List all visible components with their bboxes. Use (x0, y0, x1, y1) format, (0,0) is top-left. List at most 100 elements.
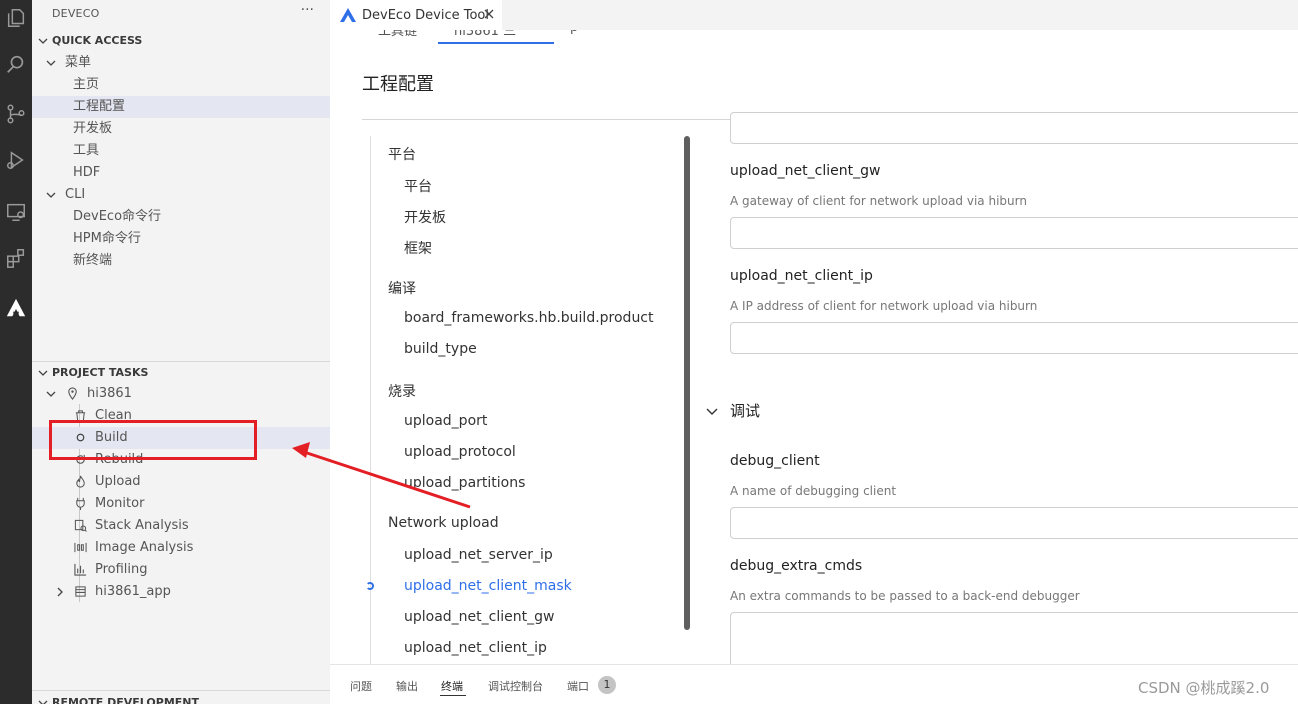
panel-tab-bar: 问题 输出 终端 调试控制台 端口 1 CSDN @桃成蹊2.0 (330, 664, 1298, 704)
nav-item-client-mask[interactable]: upload_net_client_mask (404, 578, 572, 594)
tab-label: DevEco Device Tool (362, 7, 489, 23)
nav-item-upload-port[interactable]: upload_port (404, 413, 487, 429)
chevron-down-icon (46, 60, 56, 66)
field-desc-client-ip: A IP address of client for network uploa… (730, 299, 1038, 313)
nav-item-upload-partitions[interactable]: upload_partitions (404, 475, 525, 491)
more-actions-icon[interactable]: ··· (301, 2, 314, 18)
menu-item-label: 工具 (73, 143, 100, 158)
task-label: Profiling (95, 562, 148, 577)
panel-tab-terminal[interactable]: 终端 (441, 678, 463, 694)
extensions-icon[interactable] (0, 240, 32, 276)
nav-item-client-ip[interactable]: upload_net_client_ip (404, 640, 547, 656)
remote-development-section[interactable]: REMOTE DEVELOPMENT (32, 692, 330, 704)
page-title: 工程配置 (362, 74, 434, 95)
app-name: hi3861_app (95, 584, 171, 599)
menu-item-boards[interactable]: 开发板 (32, 118, 330, 140)
nav-group-burn[interactable]: 烧录 (388, 381, 416, 401)
menu-item-label: 主页 (73, 77, 100, 92)
nav-group-network-upload[interactable]: Network upload (388, 515, 499, 531)
chevron-down-icon (38, 38, 48, 44)
project-name: hi3861 (87, 386, 132, 401)
plug-icon (76, 497, 85, 510)
debug-section-header[interactable]: 调试 (706, 400, 760, 421)
menu-item-home[interactable]: 主页 (32, 74, 330, 96)
panel-tab-ports[interactable]: 端口 (567, 678, 589, 694)
nav-item-framework[interactable]: 框架 (404, 238, 432, 258)
menu-item-label: 开发板 (73, 121, 113, 136)
debug-extra-cmds-textarea[interactable] (730, 612, 1298, 664)
activity-bar (0, 0, 32, 704)
active-nav-indicator (366, 582, 374, 590)
task-profiling[interactable]: Profiling (32, 559, 330, 581)
nav-item-board[interactable]: 开发板 (404, 207, 446, 227)
top-tab-other[interactable]: p (570, 30, 578, 35)
task-monitor[interactable]: Monitor (32, 493, 330, 515)
nav-item-upload-protocol[interactable]: upload_protocol (404, 444, 516, 460)
debug-client-input[interactable] (730, 507, 1298, 539)
project-app[interactable]: hi3861_app (32, 581, 330, 603)
explorer-icon[interactable] (0, 0, 32, 36)
cli-group[interactable]: CLI (32, 184, 330, 206)
source-control-icon[interactable] (0, 96, 32, 132)
tab-deveco-device-tool[interactable]: DevEco Device Tool (330, 0, 502, 30)
active-panel-indicator (440, 695, 466, 696)
nav-scrollbar[interactable] (684, 136, 690, 630)
chevron-down-icon (38, 370, 48, 376)
nav-item-client-gw[interactable]: upload_net_client_gw (404, 609, 554, 625)
deveco-logo-icon[interactable] (0, 290, 32, 326)
cli-group-label: CLI (65, 187, 86, 202)
menu-item-project-config[interactable]: 工程配置 (32, 96, 330, 118)
cli-item-deveco[interactable]: DevEco命令行 (32, 206, 330, 228)
deveco-window: DEVECO ··· QUICK ACCESS 菜单 主页 工程配置 开发板 工… (0, 0, 1298, 704)
quick-access-section[interactable]: QUICK ACCESS (32, 30, 330, 52)
cli-item-label: HPM命令行 (73, 231, 141, 246)
panel-tab-debug-console[interactable]: 调试控制台 (488, 678, 543, 694)
ports-count-badge: 1 (598, 676, 616, 694)
top-tab-toolchain[interactable]: 工具链 (378, 30, 417, 39)
menu-item-tools[interactable]: 工具 (32, 140, 330, 162)
field-label-client-ip: upload_net_client_ip (730, 268, 873, 284)
remote-explorer-icon[interactable] (0, 194, 32, 230)
nav-item-platform[interactable]: 平台 (404, 176, 432, 196)
field-label-debug-extra-cmds: debug_extra_cmds (730, 558, 863, 574)
field-desc-client-gw: A gateway of client for network upload v… (730, 194, 1027, 208)
task-label: Monitor (95, 496, 145, 511)
menu-item-hdf[interactable]: HDF (32, 162, 330, 184)
task-upload[interactable]: Upload (32, 471, 330, 493)
panel-tab-output[interactable]: 输出 (396, 678, 418, 694)
client-gw-input[interactable] (730, 217, 1298, 249)
project-hi3861[interactable]: hi3861 (32, 383, 330, 405)
run-debug-icon[interactable] (0, 142, 32, 178)
close-icon[interactable] (482, 7, 496, 21)
task-image-analysis[interactable]: Image Analysis (32, 537, 330, 559)
chevron-down-icon (46, 192, 56, 198)
project-tasks-section[interactable]: PROJECT TASKS (32, 362, 330, 384)
editor-tab-bar: DevEco Device Tool (330, 0, 1298, 30)
cli-item-new-terminal[interactable]: 新终端 (32, 250, 330, 272)
task-label: Upload (95, 474, 141, 489)
image-analysis-icon (74, 542, 87, 553)
deveco-logo-icon (340, 8, 356, 22)
field-desc-debug-client: A name of debugging client (730, 484, 897, 498)
search-icon[interactable] (0, 46, 32, 82)
task-stack-analysis[interactable]: Stack Analysis (32, 515, 330, 537)
section-divider (32, 690, 330, 691)
menu-group[interactable]: 菜单 (32, 52, 330, 74)
previous-field-input[interactable] (730, 112, 1298, 144)
sidebar-title: DEVECO (52, 7, 100, 20)
menu-item-label: 工程配置 (73, 99, 126, 114)
cli-item-hpm[interactable]: HPM命令行 (32, 228, 330, 250)
debug-section-label: 调试 (730, 402, 761, 420)
nav-group-build[interactable]: 编译 (388, 278, 416, 298)
nav-item-build-product[interactable]: board_frameworks.hb.build.product (404, 310, 654, 326)
stack-analysis-icon (74, 519, 87, 532)
client-ip-input[interactable] (730, 322, 1298, 354)
cli-item-label: 新终端 (73, 253, 113, 268)
nav-item-build-type[interactable]: build_type (404, 341, 477, 357)
nav-item-server-ip[interactable]: upload_net_server_ip (404, 547, 553, 563)
panel-tab-problems[interactable]: 问题 (350, 678, 372, 694)
top-tab-hi3861[interactable]: hi3861 三 (454, 30, 516, 39)
chevron-down-icon (706, 408, 718, 415)
nav-group-platform[interactable]: 平台 (388, 144, 416, 164)
active-tab-indicator (438, 42, 554, 44)
